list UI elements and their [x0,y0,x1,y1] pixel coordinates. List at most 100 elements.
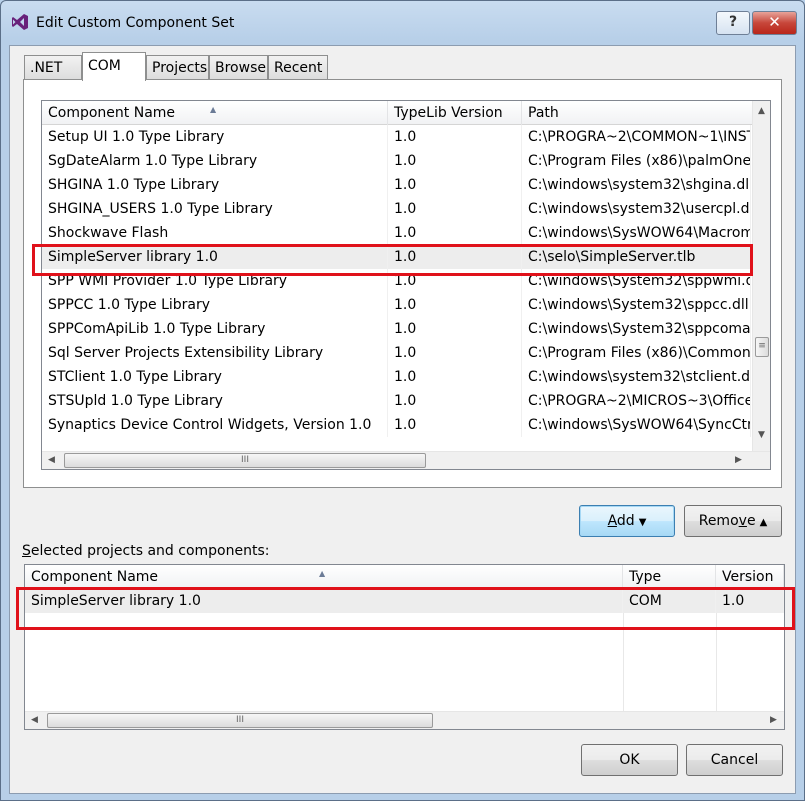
typelib-version-cell: 1.0 [388,269,522,293]
path-cell: C:\windows\system32\stclient.dll [522,365,751,389]
dialog-client-area: .NET COM Projects Browse Recent Componen… [9,45,796,794]
selected-components-list[interactable]: Component Name ▲ Type Version SimpleServ… [24,564,785,730]
close-button[interactable]: ✕ [752,11,797,35]
typelib-version-cell: 1.0 [388,389,522,413]
path-cell: C:\selo\SimpleServer.tlb [522,245,751,269]
scroll-left-icon[interactable]: ◀ [43,452,60,469]
add-accel: A [607,513,617,529]
typelib-version-cell: 1.0 [388,221,522,245]
add-button[interactable]: Add ▼ [579,505,675,537]
component-list[interactable]: Component Name ▲ TypeLib Version Path Se… [41,100,771,470]
component-name-cell: SHGINA_USERS 1.0 Type Library [42,197,388,221]
selected-component-type: COM [623,589,716,613]
component-name-cell: Shockwave Flash [42,221,388,245]
selected-component-name: SimpleServer library 1.0 [25,589,623,613]
scroll-left-icon[interactable]: ◀ [26,712,43,729]
table-row[interactable]: Shockwave Flash 1.0 C:\windows\SysWOW64\Ma… [42,221,751,245]
tab-com[interactable]: COM [82,52,146,81]
add-label-rest: dd [616,513,635,529]
vertical-scroll-thumb[interactable]: ≡ [755,337,769,357]
help-button[interactable]: ? [716,11,750,35]
remove-label-pre: Remo [698,513,739,529]
path-cell: C:\windows\System32\sppcomap [522,317,751,341]
typelib-version-cell: 1.0 [388,173,522,197]
table-row[interactable]: STClient 1.0 Type Library 1.0 C:\windows\s… [42,365,751,389]
path-cell: C:\PROGRA~2\MICROS~3\Office [522,389,751,413]
table-row[interactable]: Sql Server Projects Extensibility Librar… [42,341,751,365]
table-row[interactable]: Setup UI 1.0 Type Library 1.0 C:\PROGRA~2\… [42,125,751,149]
component-list-header: Component Name ▲ TypeLib Version Path [42,101,770,125]
component-name-cell: STClient 1.0 Type Library [42,365,388,389]
typelib-version-cell: 1.0 [388,413,522,437]
scroll-down-icon[interactable]: ▼ [753,427,770,444]
sort-ascending-icon: ▲ [319,569,326,578]
table-row[interactable]: Synaptics Device Control Widgets, Versio… [42,413,751,437]
selected-list-header: Component Name ▲ Type Version [25,565,784,589]
column-header-component-name[interactable]: Component Name ▲ [42,101,388,125]
component-name-cell: Setup UI 1.0 Type Library [42,125,388,149]
tab-dotnet[interactable]: .NET [24,55,82,80]
column-header-component-name[interactable]: Component Name ▲ [25,565,623,589]
tab-projects[interactable]: Projects [146,55,209,80]
selected-component-version: 1.0 [716,589,784,613]
table-row[interactable]: STSUpld 1.0 Type Library 1.0 C:\PROGRA~2\M… [42,389,751,413]
typelib-version-cell: 1.0 [388,149,522,173]
column-header-type[interactable]: Type [623,565,716,589]
horizontal-scrollbar[interactable]: ◀ III ▶ [42,451,770,469]
column-header-typelib-version[interactable]: TypeLib Version [388,101,522,125]
column-header-label: Component Name [31,569,159,585]
remove-label-post: e [746,513,756,529]
remove-accel: v [738,513,747,529]
scroll-up-icon[interactable]: ▲ [753,103,770,120]
table-row[interactable]: SgDateAlarm 1.0 Type Library 1.0 C:\Progra… [42,149,751,173]
column-header-version[interactable]: Version [716,565,784,589]
component-name-cell: SPP WMI Provider 1.0 Type Library [42,269,388,293]
window-title: Edit Custom Component Set [36,15,235,31]
tab-recent[interactable]: Recent [268,55,328,80]
typelib-version-cell: 1.0 [388,293,522,317]
cancel-button[interactable]: Cancel [686,744,783,776]
remove-button[interactable]: Remove ▲ [684,505,782,537]
table-row[interactable]: SPP WMI Provider 1.0 Type Library 1.0 C:\w… [42,269,751,293]
table-row[interactable]: SHGINA 1.0 Type Library 1.0 C:\windows\sys… [42,173,751,197]
path-cell: C:\windows\SysWOW64\Macrom [522,221,751,245]
path-cell: C:\windows\SysWOW64\SyncCtrl.c [522,413,751,437]
table-row[interactable]: SimpleServer library 1.0 COM 1.0 [25,589,784,613]
component-name-cell: SgDateAlarm 1.0 Type Library [42,149,388,173]
component-name-cell: Sql Server Projects Extensibility Librar… [42,341,388,365]
selected-label-accel: S [22,543,31,559]
component-name-cell: SPPCC 1.0 Type Library [42,293,388,317]
column-header-path[interactable]: Path [522,101,770,125]
selected-components-label: Selected projects and components: [22,543,269,559]
scroll-right-icon[interactable]: ▶ [765,712,782,729]
component-name-cell: Synaptics Device Control Widgets, Versio… [42,413,388,437]
tab-browse[interactable]: Browse [209,55,268,80]
column-header-label: Component Name [48,105,176,121]
visual-studio-icon [12,14,28,30]
path-cell: C:\windows\System32\sppwmi.dl [522,269,751,293]
component-name-cell: STSUpld 1.0 Type Library [42,389,388,413]
table-row[interactable]: SHGINA_USERS 1.0 Type Library 1.0 C:\windo… [42,197,751,221]
com-tab-panel: Component Name ▲ TypeLib Version Path Se… [23,79,782,488]
horizontal-scroll-thumb[interactable]: III [64,453,426,468]
sort-ascending-icon: ▲ [210,105,217,114]
table-row[interactable]: SPPComApiLib 1.0 Type Library 1.0 C:\windo… [42,317,751,341]
path-cell: C:\windows\system32\shgina.dll [522,173,751,197]
typelib-version-cell: 1.0 [388,341,522,365]
component-name-cell: SHGINA 1.0 Type Library [42,173,388,197]
ok-button[interactable]: OK [581,744,678,776]
scroll-right-icon[interactable]: ▶ [730,452,747,469]
path-cell: C:\windows\System32\sppcc.dll [522,293,751,317]
component-name-cell: SimpleServer library 1.0 [42,245,388,269]
table-row[interactable]: SimpleServer library 1.0 1.0 C:\selo\Simpl… [42,245,751,269]
typelib-version-cell: 1.0 [388,197,522,221]
typelib-version-cell: 1.0 [388,365,522,389]
horizontal-scrollbar[interactable]: ◀ III ▶ [25,711,784,729]
table-row[interactable]: SPPCC 1.0 Type Library 1.0 C:\windows\Syst… [42,293,751,317]
typelib-version-cell: 1.0 [388,125,522,149]
typelib-version-cell: 1.0 [388,317,522,341]
component-name-cell: SPPComApiLib 1.0 Type Library [42,317,388,341]
vertical-scrollbar[interactable]: ▲ ≡ ▼ [752,101,770,452]
title-bar[interactable]: Edit Custom Component Set ? ✕ [1,1,804,45]
horizontal-scroll-thumb[interactable]: III [47,713,433,728]
